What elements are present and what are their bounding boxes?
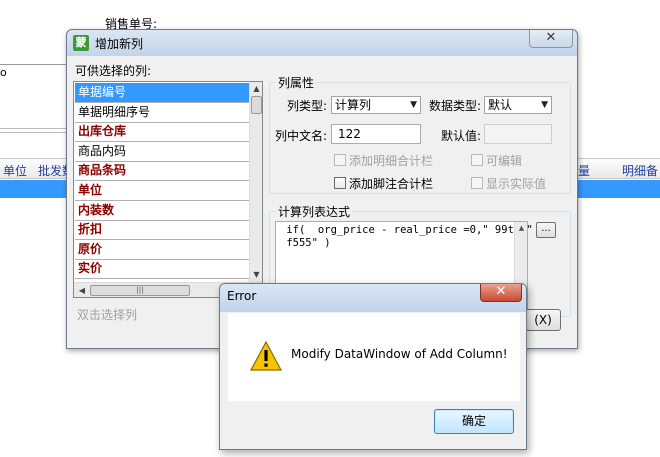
- show-actual-value-checkbox[interactable]: [471, 177, 483, 189]
- list-item[interactable]: 实价: [75, 259, 249, 280]
- default-value-label: 默认值:: [441, 129, 482, 143]
- dropdown-arrow-icon: ▼: [541, 100, 548, 110]
- column-type-value: 计算列: [335, 98, 372, 112]
- add-detail-total-checkbox[interactable]: [334, 154, 346, 166]
- dialog-titlebar[interactable]: 蒙 增加新列 ✕: [67, 30, 577, 56]
- list-item[interactable]: 内装数: [75, 201, 249, 221]
- vertical-scrollbar[interactable]: ▲ ▼: [249, 82, 262, 282]
- chinese-name-input[interactable]: 122: [331, 124, 421, 144]
- error-dialog: Error ✕ Modify DataWindow of Add Column!…: [219, 283, 527, 450]
- dropdown-arrow-icon: ▼: [410, 100, 417, 110]
- list-item[interactable]: 原价: [75, 240, 249, 260]
- ok-button[interactable]: 确定: [434, 409, 514, 434]
- cancel-button[interactable]: (X): [525, 309, 561, 331]
- close-icon: ✕: [545, 30, 557, 45]
- close-icon: ✕: [495, 284, 507, 299]
- app-icon: 蒙: [73, 35, 89, 51]
- add-footer-total-label: 添加脚注合计栏: [349, 177, 434, 191]
- expression-title: 计算列表达式: [276, 203, 353, 220]
- default-value-input[interactable]: [484, 124, 552, 144]
- divider: [0, 64, 70, 65]
- scroll-left-icon[interactable]: ◀: [76, 284, 88, 297]
- column-type-select[interactable]: 计算列 ▼: [331, 96, 421, 114]
- dialog-title: Error: [227, 289, 257, 303]
- column-properties-title: 列属性: [276, 74, 317, 91]
- list-item[interactable]: 单据明细序号: [75, 103, 249, 123]
- editable-label: 可编辑: [486, 154, 523, 168]
- grip-icon: |||: [136, 286, 144, 294]
- list-item[interactable]: 单位: [75, 181, 249, 201]
- data-type-value: 默认: [488, 98, 513, 112]
- add-footer-total-checkbox[interactable]: [334, 177, 346, 189]
- column-type-label: 列类型:: [287, 99, 328, 113]
- add-detail-total-label: 添加明细合计栏: [349, 154, 434, 168]
- scrollbar-thumb[interactable]: [251, 96, 262, 114]
- data-type-label: 数据类型:: [429, 99, 482, 113]
- list-item[interactable]: 商品条码: [75, 161, 249, 182]
- chinese-name-label: 列中文名:: [275, 129, 328, 143]
- close-button[interactable]: ✕: [529, 30, 573, 48]
- list-item[interactable]: 折扣: [75, 220, 249, 241]
- column-header-unit[interactable]: 单位: [3, 162, 27, 179]
- list-item[interactable]: 出库仓库: [75, 122, 249, 143]
- list-item[interactable]: 商品内码: [75, 142, 249, 162]
- list-item[interactable]: 单据编号: [75, 83, 249, 103]
- scrollbar-thumb[interactable]: |||: [90, 285, 190, 296]
- divider: [0, 128, 70, 129]
- available-columns-list[interactable]: 单据编号 单据明细序号 出库仓库 商品内码 商品条码 单位 内装数 折扣 原价 实价 ▲ ▼ ◀ …: [73, 81, 263, 298]
- dialog-titlebar[interactable]: Error ✕: [220, 284, 526, 312]
- double-click-hint: 双击选择列: [77, 308, 138, 322]
- expression-builder-button[interactable]: ...: [536, 222, 556, 238]
- scroll-up-icon[interactable]: ▲: [250, 82, 262, 95]
- warning-icon: [250, 341, 282, 371]
- column-header-quantity[interactable]: 量: [578, 162, 590, 179]
- close-button[interactable]: ✕: [480, 284, 522, 302]
- background-label: o: [0, 66, 7, 79]
- show-actual-value-label: 显示实际值: [486, 177, 547, 191]
- divider: [0, 132, 70, 133]
- available-columns-label: 可供选择的列:: [75, 64, 152, 78]
- editable-checkbox[interactable]: [471, 154, 483, 166]
- scroll-down-icon[interactable]: ▼: [250, 268, 262, 281]
- error-message: Modify DataWindow of Add Column!: [291, 347, 508, 361]
- dialog-title: 增加新列: [95, 37, 144, 51]
- data-type-select[interactable]: 默认 ▼: [484, 96, 552, 114]
- scroll-up-icon[interactable]: ▲: [515, 222, 528, 234]
- error-body: Modify DataWindow of Add Column!: [228, 313, 520, 401]
